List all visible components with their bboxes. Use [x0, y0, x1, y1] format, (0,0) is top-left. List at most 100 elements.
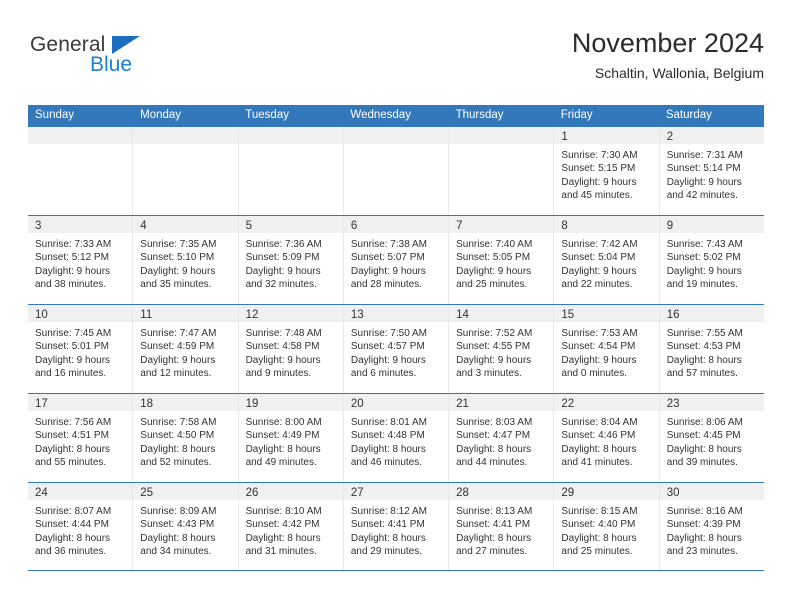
day-sun-info: Sunrise: 7:52 AM Sunset: 4:55 PM Daylight:… — [449, 322, 553, 381]
day-daylight-1-text: Daylight: 9 hours — [35, 354, 111, 366]
day-cell[interactable]: 22 Sunrise: 8:04 AM Sunset: 4:46 PM Dayligh… — [554, 394, 660, 482]
day-daylight-2-text: and 45 minutes. — [561, 190, 633, 202]
day-sunset-text: Sunset: 4:46 PM — [561, 430, 636, 442]
day-cell[interactable]: 26 Sunrise: 8:10 AM Sunset: 4:42 PM Dayligh… — [238, 483, 344, 570]
day-daylight-1-text: Daylight: 8 hours — [561, 532, 637, 544]
general-blue-logo[interactable]: General Blue — [28, 32, 218, 90]
day-sunrise-text: Sunrise: 8:03 AM — [456, 417, 533, 428]
day-cell[interactable]: 12 Sunrise: 7:48 AM Sunset: 4:58 PM Dayligh… — [238, 305, 344, 393]
day-sun-info: Sunrise: 7:56 AM Sunset: 4:51 PM Daylight:… — [28, 411, 132, 470]
day-cell[interactable]: 1 Sunrise: 7:30 AM Sunset: 5:15 PM Daylight… — [554, 127, 660, 215]
day-cell[interactable]: 23 Sunrise: 8:06 AM Sunset: 4:45 PM Dayligh… — [659, 394, 764, 482]
page-subtitle: Schaltin, Wallonia, Belgium — [594, 65, 764, 82]
day-number: 7 — [456, 220, 463, 232]
day-sunrise-text: Sunrise: 7:38 AM — [350, 239, 427, 250]
day-sun-info: Sunrise: 8:00 AM Sunset: 4:49 PM Daylight:… — [239, 411, 343, 470]
day-cell[interactable]: 11 Sunrise: 7:47 AM Sunset: 4:59 PM Dayligh… — [133, 305, 239, 393]
day-sunset-text: Sunset: 4:45 PM — [666, 430, 741, 442]
day-sunset-text: Sunset: 4:55 PM — [456, 341, 531, 353]
day-sunset-text: Sunset: 5:15 PM — [561, 163, 636, 175]
day-number-band — [28, 127, 133, 144]
day-daylight-1-text: Daylight: 8 hours — [35, 532, 111, 544]
calendar-week-row: 17 Sunrise: 7:56 AM Sunset: 4:51 PM Dayligh… — [28, 393, 764, 482]
day-daylight-1-text: Daylight: 9 hours — [456, 265, 532, 277]
day-sun-info: Sunrise: 8:15 AM Sunset: 4:40 PM Daylight:… — [554, 500, 658, 559]
day-number-band: 25 — [133, 483, 238, 500]
day-sun-info: Sunrise: 7:33 AM Sunset: 5:12 PM Daylight:… — [28, 233, 132, 292]
day-cell[interactable]: 6 Sunrise: 7:38 AM Sunset: 5:07 PM Daylight… — [343, 216, 450, 304]
day-cell-empty — [449, 127, 555, 215]
day-sun-info: Sunrise: 8:01 AM Sunset: 4:48 PM Daylight:… — [344, 411, 448, 470]
day-cell[interactable]: 2 Sunrise: 7:31 AM Sunset: 5:14 PM Daylight… — [659, 127, 764, 215]
day-cell[interactable]: 16 Sunrise: 7:55 AM Sunset: 4:53 PM Dayligh… — [659, 305, 764, 393]
day-cell[interactable]: 9 Sunrise: 7:43 AM Sunset: 5:02 PM Daylight… — [659, 216, 764, 304]
day-sunrise-text: Sunrise: 7:36 AM — [245, 239, 322, 250]
day-number-band: 6 — [343, 216, 449, 233]
day-sunset-text: Sunset: 4:54 PM — [561, 341, 636, 353]
day-daylight-2-text: and 22 minutes. — [561, 279, 633, 291]
day-cell-empty — [28, 127, 134, 215]
day-sunrise-text: Sunrise: 7:42 AM — [561, 239, 638, 250]
day-daylight-2-text: and 27 minutes. — [456, 546, 528, 558]
day-cell[interactable]: 20 Sunrise: 8:01 AM Sunset: 4:48 PM Dayligh… — [343, 394, 450, 482]
day-sun-info: Sunrise: 7:31 AM Sunset: 5:14 PM Daylight:… — [660, 144, 764, 203]
day-sunrise-text: Sunrise: 7:56 AM — [35, 417, 112, 428]
day-number: 29 — [561, 487, 575, 499]
day-cell[interactable]: 24 Sunrise: 8:07 AM Sunset: 4:44 PM Dayligh… — [28, 483, 134, 570]
day-sunrise-text: Sunrise: 7:52 AM — [456, 328, 533, 339]
day-sun-info: Sunrise: 7:58 AM Sunset: 4:50 PM Daylight:… — [133, 411, 237, 470]
day-number-band — [449, 127, 554, 144]
day-daylight-2-text: and 41 minutes. — [561, 457, 633, 469]
day-sunrise-text: Sunrise: 8:01 AM — [350, 417, 427, 428]
day-number: 19 — [245, 398, 259, 410]
day-cell[interactable]: 18 Sunrise: 7:58 AM Sunset: 4:50 PM Dayligh… — [133, 394, 239, 482]
day-cell[interactable]: 17 Sunrise: 7:56 AM Sunset: 4:51 PM Dayligh… — [28, 394, 134, 482]
day-cell[interactable]: 15 Sunrise: 7:53 AM Sunset: 4:54 PM Dayligh… — [554, 305, 660, 393]
day-cell[interactable]: 8 Sunrise: 7:42 AM Sunset: 5:04 PM Daylight… — [554, 216, 660, 304]
day-number: 23 — [666, 398, 680, 410]
day-sunrise-text: Sunrise: 7:31 AM — [666, 150, 743, 161]
day-daylight-1-text: Daylight: 8 hours — [140, 532, 216, 544]
day-daylight-2-text: and 49 minutes. — [245, 457, 317, 469]
day-cell[interactable]: 14 Sunrise: 7:52 AM Sunset: 4:55 PM Dayligh… — [449, 305, 555, 393]
day-sunrise-text: Sunrise: 7:35 AM — [140, 239, 217, 250]
day-number-band: 27 — [343, 483, 449, 500]
day-cell[interactable]: 3 Sunrise: 7:33 AM Sunset: 5:12 PM Daylight… — [28, 216, 134, 304]
day-daylight-2-text: and 46 minutes. — [350, 457, 423, 469]
day-cell[interactable]: 19 Sunrise: 8:00 AM Sunset: 4:49 PM Dayligh… — [238, 394, 344, 482]
day-daylight-2-text: and 38 minutes. — [35, 279, 107, 291]
day-cell[interactable]: 28 Sunrise: 8:13 AM Sunset: 4:41 PM Dayligh… — [449, 483, 555, 570]
day-daylight-1-text: Daylight: 9 hours — [140, 354, 216, 366]
day-sunset-text: Sunset: 4:44 PM — [35, 519, 109, 531]
day-number: 13 — [350, 309, 364, 321]
day-sunrise-text: Sunrise: 7:48 AM — [245, 328, 322, 339]
day-cell[interactable]: 4 Sunrise: 7:35 AM Sunset: 5:10 PM Daylight… — [133, 216, 239, 304]
day-daylight-2-text: and 42 minutes. — [666, 190, 738, 202]
weekday-header-wednesday: Wednesday — [350, 109, 411, 121]
calendar-weeks: 1 Sunrise: 7:30 AM Sunset: 5:15 PM Daylight… — [28, 126, 764, 571]
day-number: 22 — [561, 398, 575, 410]
day-cell[interactable]: 25 Sunrise: 8:09 AM Sunset: 4:43 PM Dayligh… — [133, 483, 239, 570]
day-number: 3 — [35, 220, 42, 232]
day-daylight-1-text: Daylight: 9 hours — [666, 265, 742, 277]
day-cell[interactable]: 29 Sunrise: 8:15 AM Sunset: 4:40 PM Dayligh… — [554, 483, 660, 570]
day-cell[interactable]: 5 Sunrise: 7:36 AM Sunset: 5:09 PM Daylight… — [238, 216, 344, 304]
day-number-band — [238, 127, 343, 144]
day-daylight-1-text: Daylight: 9 hours — [245, 354, 321, 366]
day-number-band: 7 — [449, 216, 554, 233]
day-cell[interactable]: 10 Sunrise: 7:45 AM Sunset: 5:01 PM Dayligh… — [28, 305, 134, 393]
day-cell[interactable]: 27 Sunrise: 8:12 AM Sunset: 4:41 PM Dayligh… — [343, 483, 450, 570]
day-number-band: 4 — [133, 216, 238, 233]
day-sunset-text: Sunset: 5:09 PM — [245, 252, 320, 264]
day-cell[interactable]: 21 Sunrise: 8:03 AM Sunset: 4:47 PM Dayligh… — [449, 394, 555, 482]
day-cell[interactable]: 13 Sunrise: 7:50 AM Sunset: 4:57 PM Dayligh… — [343, 305, 450, 393]
day-daylight-1-text: Daylight: 8 hours — [456, 443, 532, 455]
calendar-grid: Sunday Monday Tuesday Wednesday Thursday Frid… — [28, 105, 764, 571]
day-number: 5 — [245, 220, 252, 232]
day-cell[interactable]: 7 Sunrise: 7:40 AM Sunset: 5:05 PM Daylight… — [449, 216, 555, 304]
day-number-band: 29 — [554, 483, 659, 500]
day-cell[interactable]: 30 Sunrise: 8:16 AM Sunset: 4:39 PM Dayligh… — [659, 483, 764, 570]
day-daylight-1-text: Daylight: 8 hours — [35, 443, 111, 455]
day-number-band: 22 — [554, 394, 659, 411]
day-sun-info: Sunrise: 8:09 AM Sunset: 4:43 PM Daylight:… — [133, 500, 237, 559]
